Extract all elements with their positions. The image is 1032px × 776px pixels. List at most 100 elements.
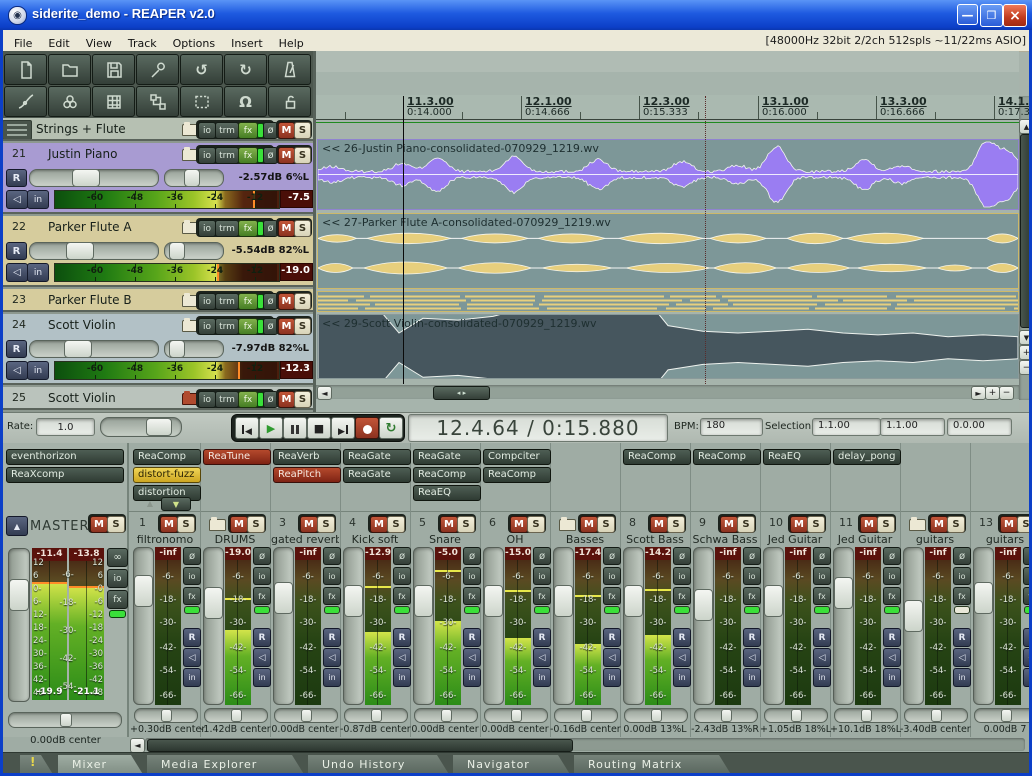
strip-input-button[interactable]: in <box>883 668 901 687</box>
strip-monitor-button[interactable]: ◁ <box>393 648 411 667</box>
selection-field-1[interactable]: 1.1.00 <box>812 418 881 436</box>
trim-button[interactable]: trm <box>215 391 239 408</box>
strip-recarm-button[interactable]: R <box>813 628 831 647</box>
strip-pan-slider[interactable] <box>834 708 898 723</box>
strip-pan-handle[interactable] <box>301 709 312 722</box>
fx-button[interactable]: fx <box>238 293 258 310</box>
mute-button[interactable]: M <box>278 122 295 139</box>
menu-item-insert[interactable]: Insert <box>223 35 271 52</box>
strip-pan-slider[interactable] <box>484 708 548 723</box>
strip-fader-handle[interactable] <box>904 600 923 632</box>
strip-fader-handle[interactable] <box>694 589 713 621</box>
fx-button[interactable]: fx <box>238 391 258 408</box>
mixer-scrollbar-thumb[interactable] <box>147 739 573 752</box>
solo-button[interactable]: S <box>294 122 311 139</box>
strip-input-button[interactable]: in <box>183 668 201 687</box>
menu-item-file[interactable]: File <box>6 35 40 52</box>
solo-button[interactable]: S <box>527 516 545 533</box>
fx-slot[interactable]: Compciter <box>483 449 551 465</box>
strip-io-button[interactable]: io <box>463 567 481 585</box>
monitor-button[interactable]: ◁ <box>6 190 28 209</box>
strip-fader-track[interactable] <box>623 547 644 705</box>
strip-fader-handle[interactable] <box>554 585 573 617</box>
fx-slot[interactable]: ReaEQ <box>763 449 831 465</box>
io-button[interactable]: io <box>198 391 216 408</box>
fx-slot[interactable]: ReaVerb <box>273 449 341 465</box>
strip-fx-button[interactable]: fx <box>953 587 971 605</box>
strip-fader-track[interactable] <box>833 547 854 705</box>
solo-button[interactable]: S <box>294 293 311 310</box>
strip-fader-track[interactable] <box>273 547 294 705</box>
solo-button[interactable]: S <box>294 147 311 164</box>
folder-icon[interactable] <box>209 519 226 531</box>
toolbar-item-properties-button[interactable] <box>180 86 223 117</box>
selection-field-2[interactable]: 1.1.00 <box>880 418 945 436</box>
solo-button[interactable]: S <box>294 318 311 335</box>
strip-recarm-button[interactable]: R <box>183 628 201 647</box>
strip-pan-handle[interactable] <box>651 709 662 722</box>
strip-fader-handle[interactable] <box>134 575 153 607</box>
fx-slot[interactable]: ReaComp <box>483 467 551 483</box>
solo-button[interactable]: S <box>597 516 615 533</box>
pan-slider-handle[interactable] <box>169 340 185 358</box>
rate-value[interactable]: 1.0 <box>36 418 95 436</box>
strip-pan-handle[interactable] <box>1001 709 1012 722</box>
strip-fx-button[interactable]: fx <box>393 587 411 605</box>
strip-io-button[interactable]: io <box>673 567 691 585</box>
fx-slot[interactable]: ReaTune <box>203 449 271 465</box>
strip-pan-handle[interactable] <box>721 709 732 722</box>
strip-recarm-button[interactable]: R <box>743 628 761 647</box>
rate-slider-handle[interactable] <box>146 418 172 436</box>
io-button[interactable]: io <box>198 293 216 310</box>
restore-button[interactable]: ❒ <box>980 4 1003 27</box>
strip-input-button[interactable]: in <box>673 668 691 687</box>
bpm-value[interactable]: 180 <box>700 418 763 436</box>
master-fx-button[interactable]: fx <box>107 590 128 609</box>
solo-button[interactable]: S <box>877 516 895 533</box>
arrange-hscroll-right-button[interactable]: ► <box>971 386 986 400</box>
fx-slot[interactable]: ReaComp <box>133 449 201 465</box>
strip-pan-handle[interactable] <box>931 709 942 722</box>
strip-recarm-button[interactable]: R <box>953 628 971 647</box>
strip-pan-slider[interactable] <box>904 708 968 723</box>
media-item[interactable]: << 27-Parker Flute A-consolidated-070929… <box>317 213 1019 289</box>
mute-button[interactable]: M <box>278 220 295 237</box>
strip-input-button[interactable]: in <box>463 668 481 687</box>
tempo-envelope-line[interactable] <box>316 122 1019 123</box>
strip-phase-button[interactable]: ø <box>883 547 901 565</box>
fx-slot[interactable]: ReaGate <box>343 449 411 465</box>
strip-fader-track[interactable] <box>343 547 364 705</box>
mixer-scroll-left-button[interactable]: ◄ <box>130 738 145 753</box>
strip-pan-handle[interactable] <box>371 709 382 722</box>
strip-fx-button[interactable]: fx <box>673 587 691 605</box>
toolbar-grouping-button[interactable] <box>48 86 91 117</box>
strip-recarm-button[interactable]: R <box>533 628 551 647</box>
strip-input-button[interactable]: in <box>603 668 621 687</box>
volume-slider[interactable] <box>29 169 159 187</box>
fx-slot[interactable]: ReaGate <box>413 449 481 465</box>
fx-slot[interactable]: ReaGate <box>343 467 411 483</box>
solo-button[interactable]: S <box>177 516 195 533</box>
strip-phase-button[interactable]: ø <box>953 547 971 565</box>
strip-pan-slider[interactable] <box>414 708 478 723</box>
strip-fx-led[interactable] <box>604 606 620 614</box>
strip-phase-button[interactable]: ø <box>533 547 551 565</box>
master-fx-led[interactable] <box>109 610 126 618</box>
volume-slider-handle[interactable] <box>66 242 94 260</box>
arrange-hscrollbar-track[interactable] <box>316 385 1019 399</box>
trim-button[interactable]: trm <box>215 220 239 237</box>
media-item[interactable] <box>317 291 1019 312</box>
mute-button[interactable]: M <box>278 318 295 335</box>
strip-io-button[interactable]: io <box>953 567 971 585</box>
transport-go-to-end-button[interactable]: ▶ <box>331 417 355 439</box>
strip-pan-handle[interactable] <box>511 709 522 722</box>
folder-icon[interactable] <box>909 519 926 531</box>
mute-button[interactable]: M <box>720 516 738 533</box>
mute-button[interactable]: M <box>230 516 248 533</box>
strip-recarm-button[interactable]: R <box>393 628 411 647</box>
strip-phase-button[interactable]: ø <box>813 547 831 565</box>
master-fader-track[interactable] <box>8 548 30 702</box>
mute-button[interactable]: M <box>860 516 878 533</box>
monitor-button[interactable]: ◁ <box>6 361 28 380</box>
trim-button[interactable]: trm <box>215 293 239 310</box>
